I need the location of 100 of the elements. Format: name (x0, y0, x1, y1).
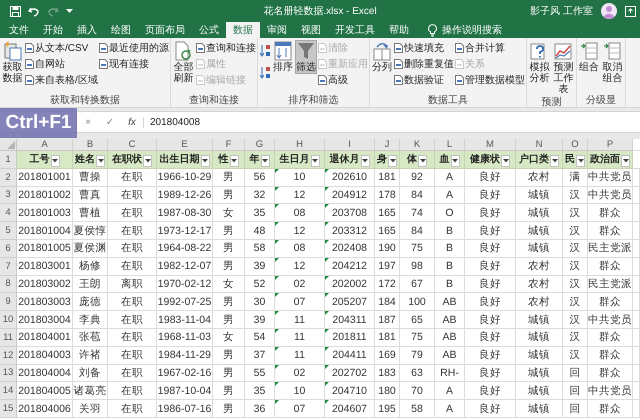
cancel-button[interactable]: × (77, 116, 99, 128)
undo-icon[interactable] (28, 6, 40, 16)
ribbon-tab[interactable]: 数据 (226, 22, 260, 38)
ribbon-button[interactable]: 高级 (318, 73, 368, 86)
column-letter[interactable]: B (73, 139, 108, 151)
ribbon-display-icon[interactable] (625, 6, 636, 16)
ribbon-button[interactable]: 分列 (370, 40, 393, 74)
ribbon-button[interactable]: 获取数据 (1, 40, 24, 85)
row-number[interactable]: 5 (0, 222, 17, 240)
ribbon-button[interactable]: 快速填充 (394, 41, 454, 54)
ribbon-tab[interactable]: 视图 (294, 22, 328, 38)
ribbon-button[interactable]: 预测工作表 (552, 40, 575, 96)
ribbon-button[interactable]: 最近使用的源 (98, 41, 169, 54)
ribbon-button[interactable]: 自网站 (25, 57, 98, 70)
column-letter[interactable]: E (157, 139, 213, 151)
column-letter[interactable]: G (245, 139, 275, 151)
ribbon-tab[interactable]: 公式 (192, 22, 226, 38)
table-cell: 刘备 (79, 366, 101, 380)
lightbulb-icon[interactable] (428, 24, 437, 36)
ribbon-button[interactable]: 查询和连接 (196, 41, 256, 54)
ribbon-button[interactable]: 筛选 (294, 40, 317, 74)
row-number[interactable]: 13 (0, 364, 17, 382)
ribbon-button[interactable]: 合并计算 (454, 41, 525, 54)
row-number[interactable]: 11 (0, 328, 17, 347)
ribbon-button[interactable]: 组合 (578, 40, 600, 74)
tell-me-search[interactable]: 操作说明搜索 (442, 23, 502, 37)
filter-dropdown-button[interactable] (310, 155, 320, 168)
save-icon[interactable] (10, 6, 21, 16)
avatar-icon[interactable] (601, 3, 617, 19)
row-number[interactable]: 6 (0, 240, 17, 258)
table-cell: 回 (570, 402, 580, 416)
row-number[interactable]: 3 (0, 186, 17, 204)
ribbon-button[interactable]: 来自表格/区域 (25, 73, 98, 86)
ribbon-tab[interactable]: 插入 (70, 22, 104, 38)
column-letter[interactable]: F (213, 139, 245, 151)
column-letter[interactable]: H (275, 139, 325, 151)
table-cell: 男 (223, 170, 234, 184)
column-letter[interactable]: C (108, 139, 157, 151)
filter-dropdown-button[interactable] (550, 155, 559, 168)
ribbon-tab[interactable]: 绘图 (104, 22, 138, 38)
column-letter[interactable]: I (325, 139, 375, 151)
filter-dropdown-button[interactable] (418, 155, 427, 168)
table-cell: 在职 (121, 312, 143, 327)
sort-icon[interactable] (258, 66, 271, 79)
column-letter[interactable]: N (516, 139, 563, 151)
filter-dropdown-button[interactable] (576, 155, 585, 168)
insert-function-button[interactable]: fx (121, 116, 144, 128)
row-number[interactable]: 9 (0, 293, 17, 312)
row-number[interactable]: 10 (0, 311, 17, 329)
filter-dropdown-button[interactable] (450, 155, 460, 168)
ribbon-button[interactable]: 删除重复值 (394, 57, 454, 70)
ribbon-button[interactable]: 全部刷新 (172, 40, 195, 85)
column-letter[interactable]: P (588, 139, 633, 151)
table-cell: 汉 (570, 241, 580, 256)
filter-dropdown-button[interactable] (200, 155, 210, 168)
ribbon-button[interactable]: 取消组合 (600, 40, 624, 85)
table-cell: 204710 (332, 384, 368, 397)
caret-icon[interactable] (66, 8, 73, 14)
column-letter[interactable]: O (563, 139, 588, 151)
row-number[interactable]: 4 (0, 204, 17, 222)
column-letter[interactable]: L (435, 139, 465, 151)
formula-input[interactable]: 201804008 (144, 116, 200, 128)
row-number[interactable]: 7 (0, 258, 17, 276)
filter-dropdown-button[interactable] (143, 155, 152, 168)
table-cell: 08 (294, 242, 306, 254)
filter-dropdown-button[interactable] (388, 155, 397, 168)
row-number[interactable]: 15 (0, 400, 17, 418)
column-letter[interactable]: M (465, 139, 516, 151)
ribbon-tab[interactable]: 帮助 (382, 22, 416, 38)
enter-button[interactable]: ✓ (99, 116, 121, 128)
ribbon-tab[interactable]: 审阅 (260, 22, 294, 38)
table-cell: 39 (254, 314, 266, 326)
ribbon-button[interactable]: 管理数据模型 (454, 73, 525, 86)
ribbon-button[interactable]: 现有连接 (98, 57, 169, 70)
row-number[interactable]: 12 (0, 346, 17, 365)
filter-dropdown-button[interactable] (50, 155, 60, 168)
filter-dropdown-button[interactable] (260, 155, 270, 168)
ribbon-tab[interactable]: 开发工具 (328, 22, 382, 38)
column-letter[interactable]: J (375, 139, 400, 151)
row-number[interactable]: 8 (0, 276, 17, 294)
column-letter[interactable]: A (17, 139, 73, 151)
ribbon-button[interactable]: 排序 (272, 40, 294, 74)
row-number[interactable]: 1 (0, 151, 17, 169)
row-number[interactable]: 2 (0, 168, 17, 187)
ribbon-button[interactable]: 模拟分析 (528, 40, 551, 85)
sort-icon[interactable] (258, 44, 271, 57)
filter-dropdown-button[interactable] (501, 155, 510, 168)
filter-dropdown-button[interactable] (621, 155, 630, 168)
ribbon-tab[interactable]: 文件 (2, 22, 36, 38)
ribbon-button[interactable]: 数据验证 (394, 73, 454, 86)
ribbon-button[interactable]: 从文本/CSV (25, 41, 98, 54)
ribbon-tab[interactable]: 页面布局 (138, 22, 192, 38)
filter-dropdown-button[interactable] (360, 155, 370, 168)
row-number[interactable]: 14 (0, 382, 17, 400)
user-name[interactable]: 影子风 工作室 (530, 4, 593, 18)
column-letter[interactable]: K (400, 139, 435, 151)
filter-dropdown-button[interactable] (230, 155, 238, 168)
table-cell: 79 (411, 349, 423, 362)
ribbon-tab[interactable]: 开始 (36, 22, 70, 38)
filter-dropdown-button[interactable] (96, 155, 105, 168)
